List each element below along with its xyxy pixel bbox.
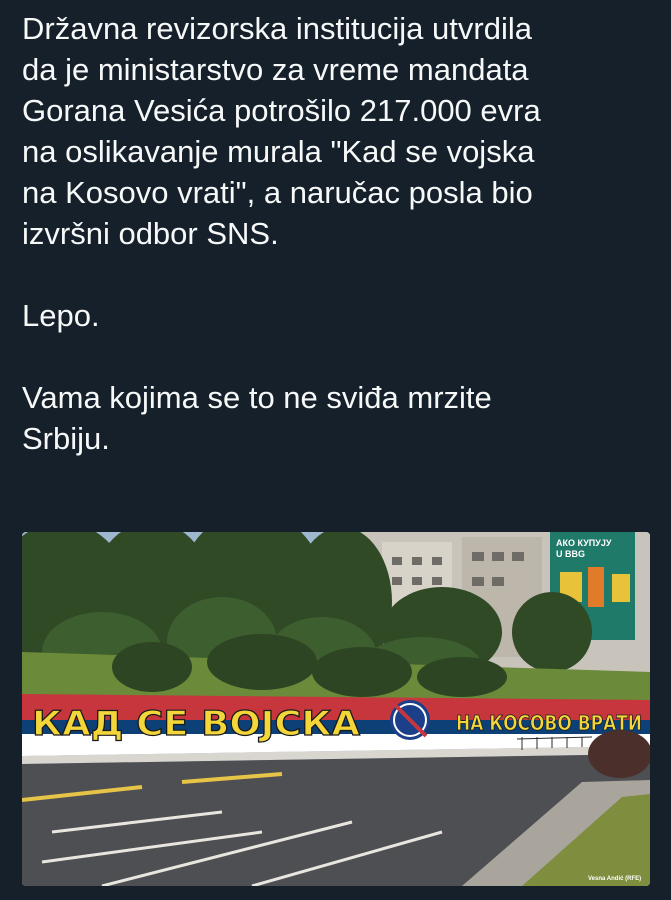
tweet-paragraph-2: Lepo. [22,298,100,333]
mural-photo-illustration: АКО КУПУЈУ U BBG КАД СЕ ВОЈСКА НА КОСОВО… [22,532,650,886]
billboard-line-2: U BBG [556,549,585,559]
tweet-view: Državna revizorska institucija utvrdila … [0,0,671,900]
photo-credit: Vesna Andić (RFE) [588,876,641,882]
mural-text-left: КАД СЕ ВОЈСКА [32,704,361,744]
tweet-paragraph-3: Vama kojima se to ne sviđa mrzite Srbiju… [22,380,492,456]
billboard-line-1: АКО КУПУЈУ [556,538,612,548]
tweet-photo[interactable]: АКО КУПУЈУ U BBG КАД СЕ ВОЈСКА НА КОСОВО… [22,532,650,886]
tweet-text: Državna revizorska institucija utvrdila … [22,8,652,459]
tweet-paragraph-1: Državna revizorska institucija utvrdila … [22,11,541,251]
mural-wall: КАД СЕ ВОЈСКА НА КОСОВО ВРАТИ [22,694,650,756]
